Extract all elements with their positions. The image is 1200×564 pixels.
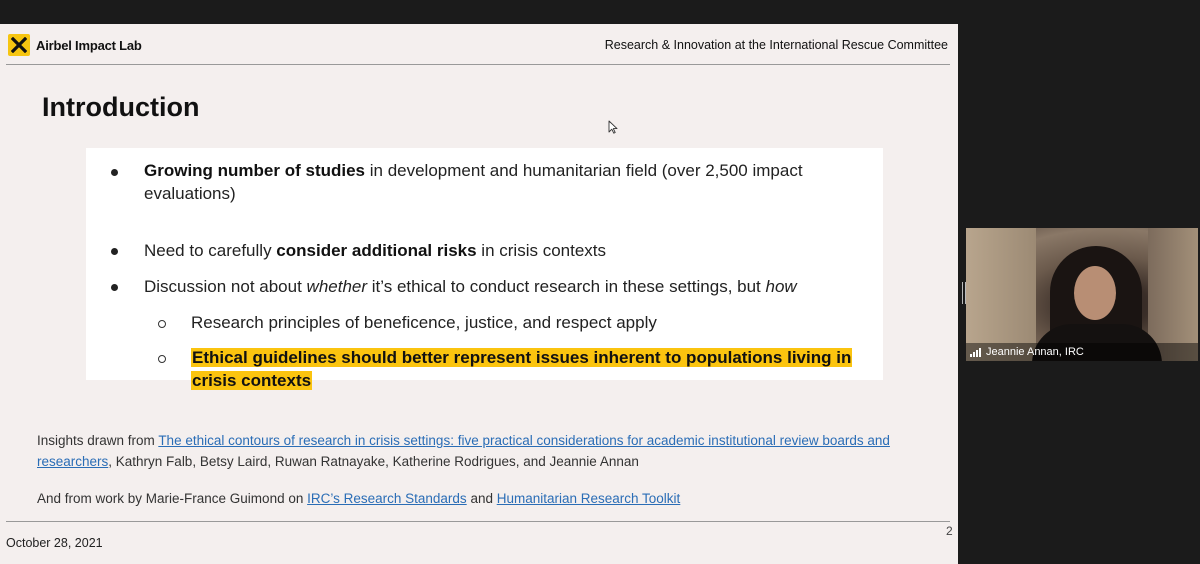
participant-video-tile[interactable]: Jeannie Annan, IRC [966,228,1198,361]
participant-caption: Jeannie Annan, IRC [966,343,1198,361]
video-background [1148,228,1198,361]
bullet-emphasis: how [765,277,797,296]
bullet-list-box: Growing number of studies in development… [86,148,883,390]
insights-authors: , Kathryn Falb, Betsy Laird, Ruwan Ratna… [108,454,639,469]
work-reference: And from work by Marie-France Guimond on… [37,488,937,509]
bullet-dot-icon [111,248,118,255]
bullet-bold: Growing number of studies [144,161,366,180]
bullet-text: Discussion not about [144,277,307,296]
sub-bullet-principles: Research principles of beneficence, just… [191,313,657,332]
bullet-text-continued: evaluations) [144,183,236,203]
research-toolkit-link[interactable]: Humanitarian Research Toolkit [497,491,681,506]
connection-signal-icon [970,347,981,357]
sub-bullet-circle-icon [158,355,166,363]
research-standards-link[interactable]: IRC’s Research Standards [307,491,467,506]
slide-header-subtitle: Research & Innovation at the Internation… [604,38,948,52]
slide-title: Introduction [42,92,200,122]
bullet-dot-icon [111,169,118,176]
and-text: and [466,491,497,506]
insights-reference: Insights drawn from The ethical contours… [37,430,937,472]
brand-name: Airbel Impact Lab [36,37,142,53]
participant-name: Jeannie Annan, IRC [986,346,1084,358]
bullet-text: in development and humanitarian field (o… [365,161,803,180]
bullet-bold: consider additional risks [276,241,477,260]
bullet-item-risks: Need to carefully consider additional ri… [144,240,864,263]
bullet-emphasis: whether [306,277,368,296]
participant-face [1074,266,1116,320]
bullet-text: Need to carefully [144,241,277,260]
airbel-logo-icon [8,34,30,56]
presentation-slide: Airbel Impact Lab Research & Innovation … [0,24,958,564]
bullet-item-discussion: Discussion not about whether it’s ethica… [144,276,874,299]
sub-bullet-circle-icon [158,320,166,328]
footer-date: October 28, 2021 [6,536,103,550]
page-number: 2 [946,524,953,538]
footer-divider [6,521,950,522]
header-divider [6,64,950,65]
video-background [966,228,1036,361]
brand: Airbel Impact Lab [8,34,142,56]
bullet-dot-icon [111,284,118,291]
insights-prefix: Insights drawn from [37,433,159,448]
work-prefix: And from work by Marie-France Guimond on [37,491,308,506]
bullet-text: it’s ethical to conduct research in thes… [367,277,766,296]
mouse-cursor-icon [608,120,618,134]
highlighted-text: Ethical guidelines should better represe… [191,348,853,390]
bullet-text: in crisis contexts [476,241,607,260]
bullet-item-studies: Growing number of studies in development… [144,160,864,205]
sub-bullet-guidelines: Ethical guidelines should better represe… [191,347,881,392]
